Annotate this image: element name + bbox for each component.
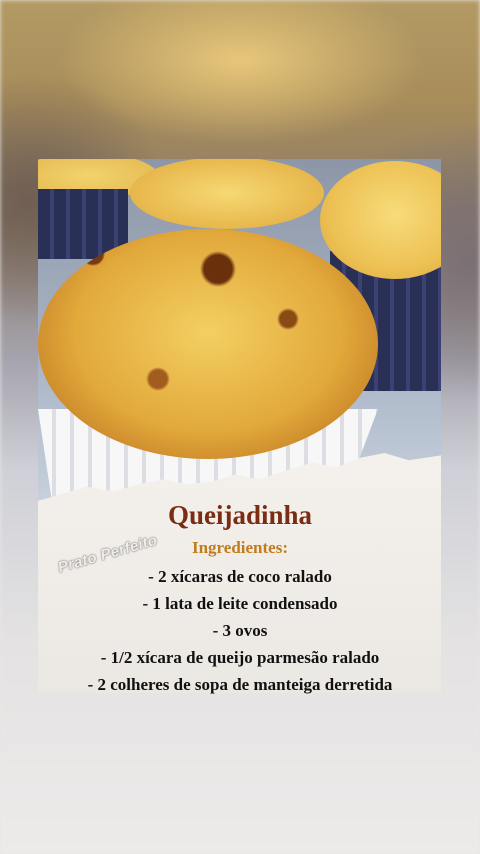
ingredient-item: - 2 colheres de sopa de manteiga derreti… [87,675,393,694]
recipe-title: Queijadinha [167,500,313,530]
muffin-main-top [38,229,378,459]
queijadinha-photo [38,159,441,499]
ingredient-item: - 1/2 xícara de queijo parmesão ralado [100,648,380,667]
ingredient-item: - 1 lata de leite condensado [142,594,338,613]
ingredient-item: - 3 ovos [212,621,268,640]
ingredients-list: - 2 xícaras de coco ralado - 1 lata de l… [0,563,480,698]
muffin-back-top [130,159,324,229]
